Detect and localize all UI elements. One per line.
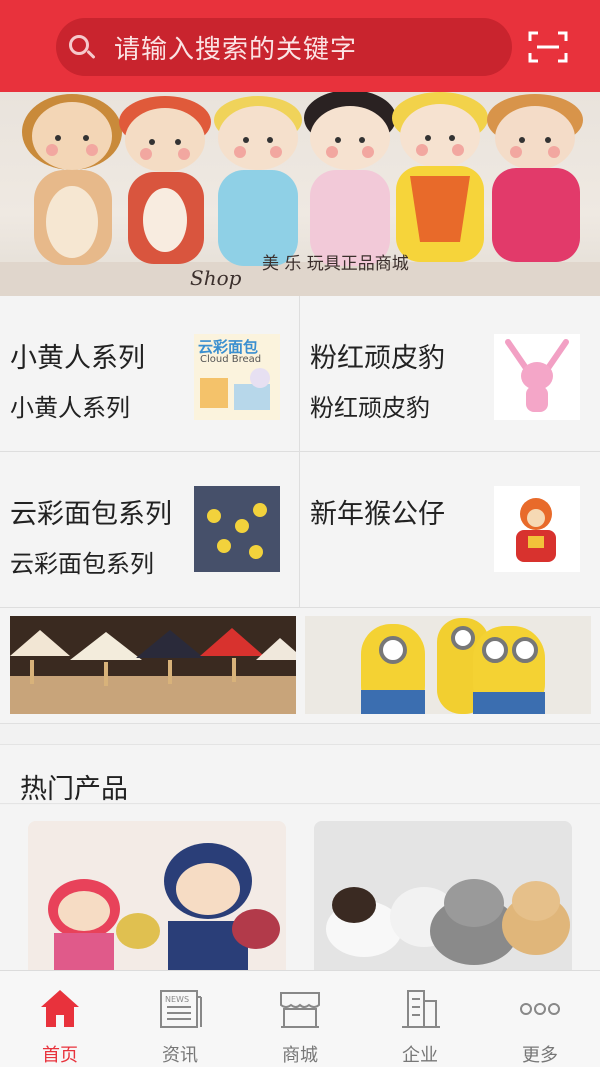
tab-label: 首页 xyxy=(42,1045,78,1066)
promo-banner[interactable]: Shop 美 乐 玩具正品商城 xyxy=(0,92,600,296)
tab-more[interactable]: 更多 xyxy=(480,971,600,1067)
search-input[interactable]: 请输入搜索的关键字 xyxy=(56,18,512,76)
banner-caption-script: Shop xyxy=(190,266,242,290)
search-icon xyxy=(66,32,96,62)
category-grid: 小黄人系列 小黄人系列 云彩面包 Cloud Bread 粉红顽皮豹 粉红顽皮豹 xyxy=(0,296,600,608)
tab-home[interactable]: 首页 xyxy=(0,971,120,1067)
tab-news[interactable]: NEWS 资讯 xyxy=(120,971,240,1067)
tab-store[interactable]: 商城 xyxy=(240,971,360,1067)
product-image xyxy=(314,821,572,975)
tab-label: 更多 xyxy=(522,1045,558,1066)
scan-icon[interactable] xyxy=(528,31,568,63)
category-title: 小黄人系列 xyxy=(10,343,145,374)
category-subtitle: 小黄人系列 xyxy=(10,394,130,422)
promo-image-minions[interactable] xyxy=(305,616,591,714)
tab-label: 资讯 xyxy=(162,1045,198,1066)
doll-figure xyxy=(304,92,396,266)
building-icon xyxy=(402,990,440,1028)
tab-company[interactable]: 企业 xyxy=(360,971,480,1067)
category-title: 云彩面包系列 xyxy=(10,499,172,530)
doll-figure xyxy=(119,96,211,264)
category-thumbnail xyxy=(194,486,280,572)
doll-figure xyxy=(392,92,488,262)
product-card[interactable] xyxy=(314,821,572,975)
home-icon xyxy=(41,990,79,1027)
tab-label: 商城 xyxy=(282,1045,318,1066)
doll-figure xyxy=(214,96,302,266)
category-title: 粉红顽皮豹 xyxy=(310,343,445,374)
search-placeholder: 请输入搜索的关键字 xyxy=(114,34,358,65)
store-icon xyxy=(280,992,320,1028)
banner-caption-text: 美 乐 玩具正品商城 xyxy=(262,254,409,274)
category-thumbnail: 云彩面包 Cloud Bread xyxy=(194,334,280,420)
category-thumbnail xyxy=(494,486,580,572)
section-title: 热门产品 xyxy=(20,774,128,805)
tab-label: 企业 xyxy=(402,1045,438,1066)
product-list xyxy=(0,805,600,975)
category-subtitle: 云彩面包系列 xyxy=(10,550,154,578)
product-image xyxy=(28,821,286,975)
promo-strip xyxy=(0,608,600,724)
app-screen: 请输入搜索的关键字 Shop 美 乐 玩具正品商城 小黄人系列 小黄人系列 云彩… xyxy=(0,0,600,1067)
category-thumbnail xyxy=(494,334,580,420)
category-subtitle: 粉红顽皮豹 xyxy=(310,394,430,422)
doll-figure xyxy=(22,94,122,265)
top-bar: 请输入搜索的关键字 xyxy=(0,0,600,92)
product-card[interactable] xyxy=(28,821,286,975)
news-icon: NEWS xyxy=(160,990,202,1028)
news-icon-text: NEWS xyxy=(165,995,189,1004)
category-pink-panther[interactable]: 粉红顽皮豹 粉红顽皮豹 xyxy=(300,296,600,452)
category-minions[interactable]: 小黄人系列 小黄人系列 云彩面包 Cloud Bread xyxy=(0,296,300,452)
more-icon xyxy=(520,1003,560,1015)
doll-figure xyxy=(487,94,583,262)
category-cloud-bread[interactable]: 云彩面包系列 云彩面包系列 xyxy=(0,452,300,608)
bottom-tab-bar: 首页 NEWS 资讯 商城 企业 更多 xyxy=(0,970,600,1067)
category-title: 新年猴公仔 xyxy=(310,499,445,530)
section-header: 热门产品 xyxy=(0,744,600,805)
promo-image-carousel[interactable] xyxy=(10,616,296,714)
category-new-year-monkey[interactable]: 新年猴公仔 xyxy=(300,452,600,608)
